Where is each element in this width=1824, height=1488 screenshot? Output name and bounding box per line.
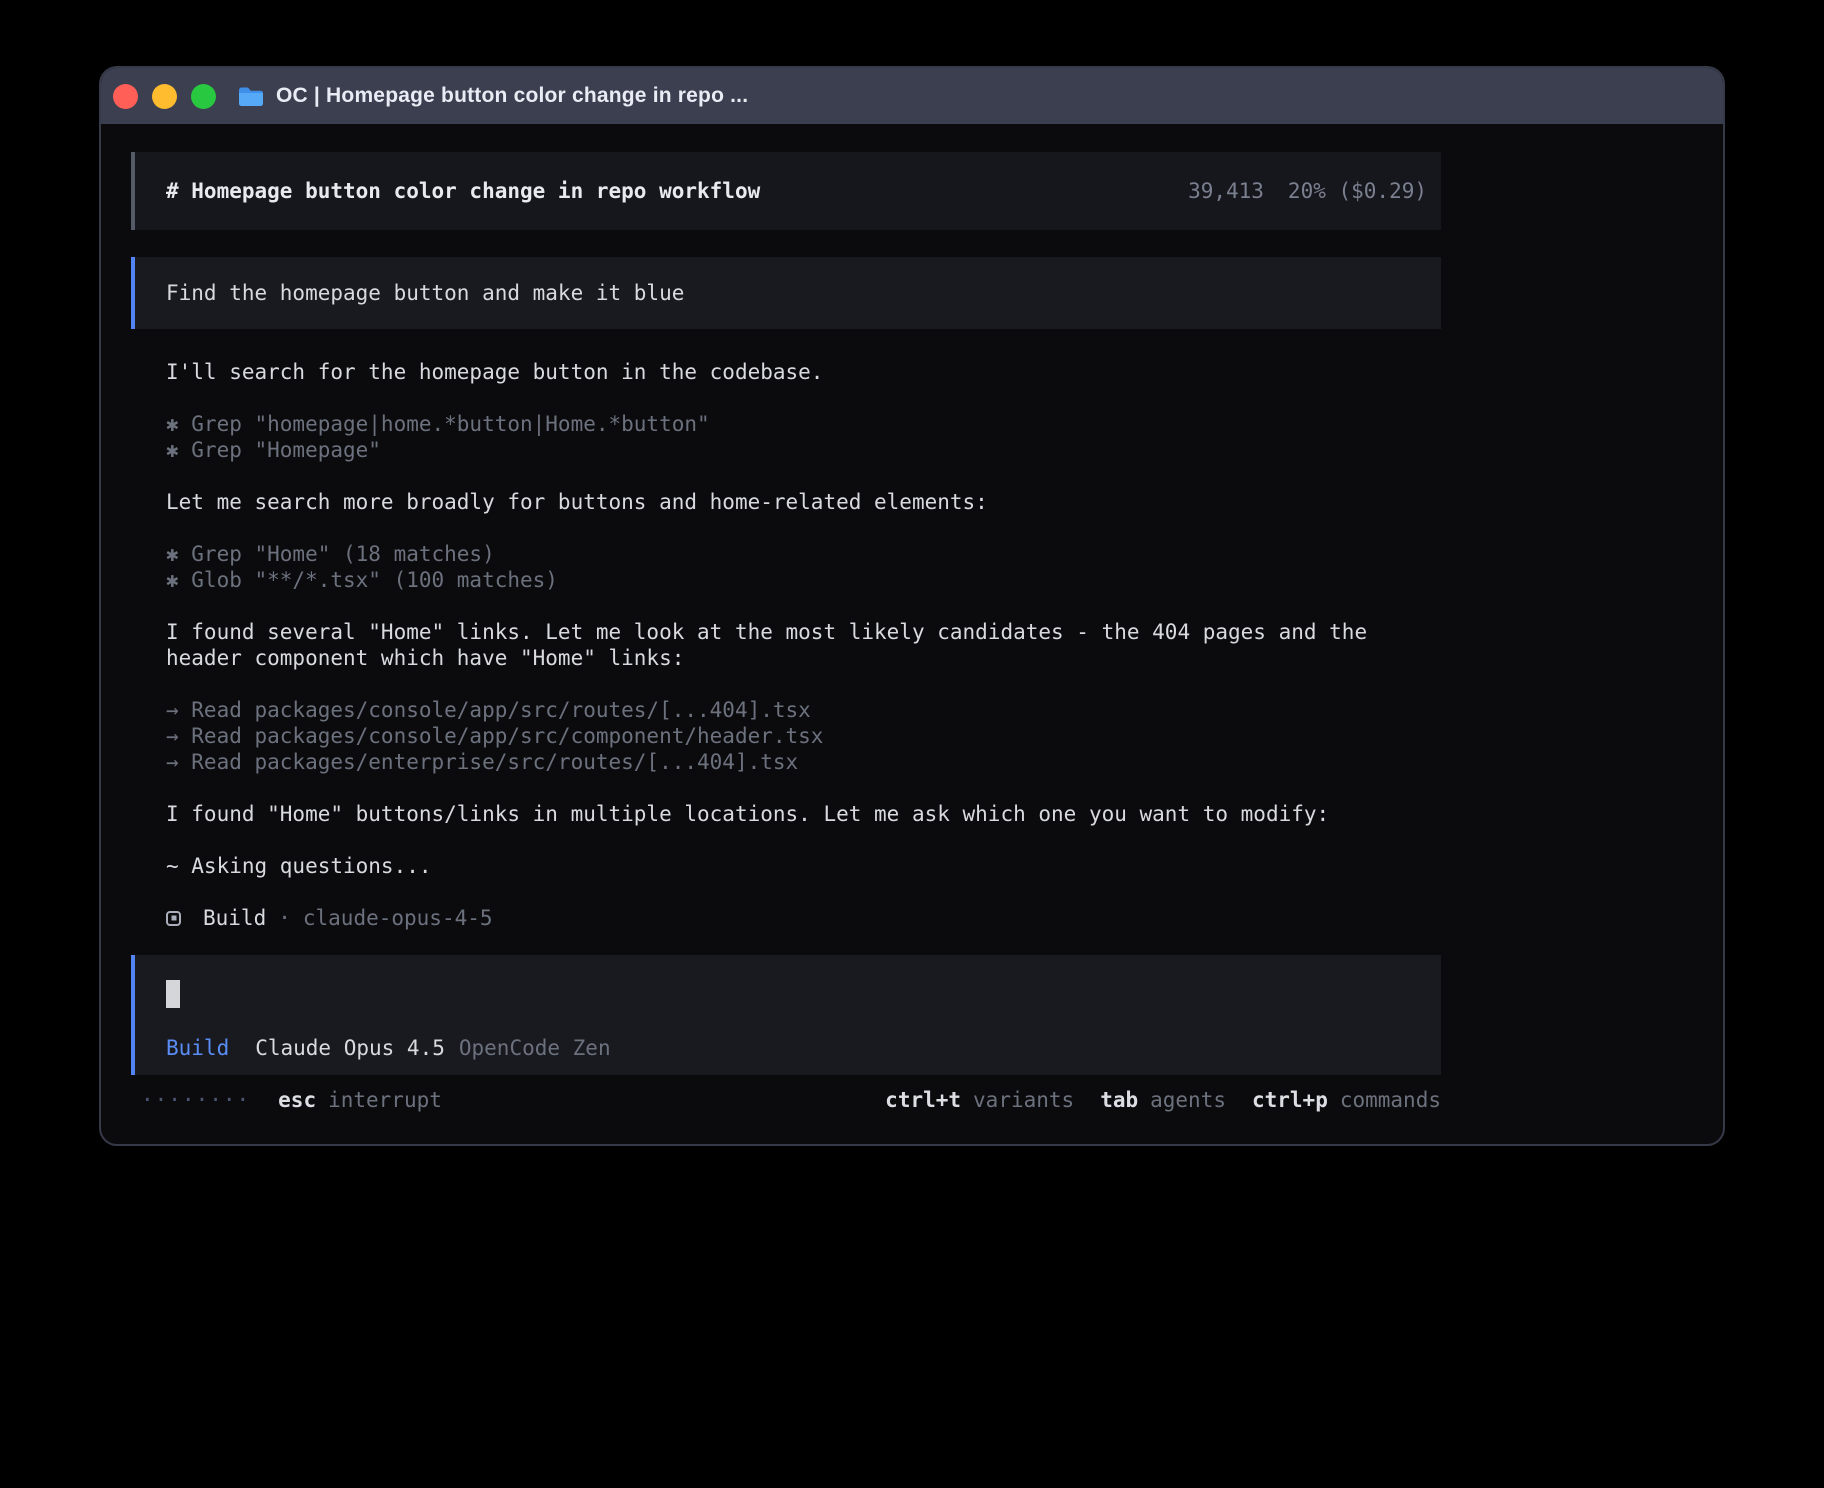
minimize-button[interactable] — [152, 84, 177, 109]
spinner-dots: ········ — [141, 1087, 250, 1113]
shortcut-key: ctrl+p — [1252, 1087, 1328, 1113]
conversation: I'll search for the homepage button in t… — [131, 359, 1441, 931]
assistant-status: ~ Asking questions... — [166, 853, 1441, 879]
assistant-text: I found several "Home" links. Let me loo… — [166, 619, 1441, 671]
asking-questions-line: ~ Asking questions... — [166, 853, 1441, 879]
assistant-line: Let me search more broadly for buttons a… — [166, 489, 1441, 515]
interrupt-label: interrupt — [328, 1087, 442, 1113]
assistant-line: I'll search for the homepage button in t… — [166, 359, 1441, 385]
assistant-line: I found "Home" buttons/links in multiple… — [166, 801, 1441, 827]
assistant-text: Let me search more broadly for buttons a… — [166, 489, 1441, 515]
status-bar: ········ esc interrupt ctrl+t variants t… — [131, 1087, 1441, 1113]
desktop: OC | Homepage button color change in rep… — [0, 0, 1824, 1488]
context-usage: 20% ($0.29) — [1288, 178, 1427, 204]
prompt-input[interactable]: Build Claude Opus 4.5 OpenCode Zen — [131, 955, 1441, 1075]
agent-icon — [166, 911, 181, 926]
terminal-window: OC | Homepage button color change in rep… — [99, 66, 1725, 1146]
token-count: 39,413 — [1188, 178, 1264, 204]
model-label: Claude Opus 4.5 — [255, 1035, 445, 1061]
shortcut-label: agents — [1150, 1087, 1226, 1113]
shortcut-key: tab — [1100, 1087, 1138, 1113]
input-meta: Build Claude Opus 4.5 OpenCode Zen — [166, 1035, 611, 1061]
agent-model: claude-opus-4-5 — [303, 905, 493, 931]
tool-call-line: ✱ Glob "**/*.tsx" (100 matches) — [166, 567, 1441, 593]
esc-key-hint: esc — [278, 1087, 316, 1113]
user-message-text: Find the homepage button and make it blu… — [166, 280, 684, 306]
shortcut-label: commands — [1340, 1087, 1441, 1113]
status-right: ctrl+t variants tab agents ctrl+p comman… — [885, 1087, 1441, 1113]
shortcut-key: ctrl+t — [885, 1087, 961, 1113]
assistant-text: I found "Home" buttons/links in multiple… — [166, 801, 1441, 827]
read-file-line: → Read packages/enterprise/src/routes/[.… — [166, 749, 1441, 775]
zoom-button[interactable] — [191, 84, 216, 109]
folder-icon — [238, 86, 264, 107]
assistant-text: I'll search for the homepage button in t… — [166, 359, 1441, 385]
tool-call-line: ✱ Grep "Homepage" — [166, 437, 1441, 463]
tool-call-group: ✱ Grep "Home" (18 matches) ✱ Glob "**/*.… — [166, 541, 1441, 593]
agent-name: Build — [203, 905, 266, 931]
separator-dot: · — [278, 905, 291, 931]
status-left: ········ esc interrupt — [141, 1087, 442, 1113]
read-file-line: → Read packages/console/app/src/componen… — [166, 723, 1441, 749]
read-file-line: → Read packages/console/app/src/routes/[… — [166, 697, 1441, 723]
shortcut-commands: ctrl+p commands — [1252, 1087, 1441, 1113]
tool-call-line: ✱ Grep "homepage|home.*button|Home.*butt… — [166, 411, 1441, 437]
agent-status-row: Build · claude-opus-4-5 — [166, 905, 1441, 931]
tool-call-group: → Read packages/console/app/src/routes/[… — [166, 697, 1441, 775]
provider-label: OpenCode Zen — [459, 1035, 611, 1061]
mode-label: Build — [166, 1035, 229, 1061]
shortcut-agents: tab agents — [1100, 1087, 1226, 1113]
session-header: # Homepage button color change in repo w… — [131, 152, 1441, 230]
shortcut-label: variants — [973, 1087, 1074, 1113]
session-title: # Homepage button color change in repo w… — [166, 178, 760, 204]
session-meta: 39,413 20% ($0.29) — [1188, 178, 1427, 204]
tool-call-group: ✱ Grep "homepage|home.*button|Home.*butt… — [166, 411, 1441, 463]
text-cursor — [166, 980, 180, 1008]
window-title: OC | Homepage button color change in rep… — [276, 84, 748, 108]
assistant-paragraph: I found several "Home" links. Let me loo… — [166, 619, 1441, 671]
tool-call-line: ✱ Grep "Home" (18 matches) — [166, 541, 1441, 567]
user-message: Find the homepage button and make it blu… — [131, 257, 1441, 329]
terminal-content[interactable]: # Homepage button color change in repo w… — [101, 124, 1723, 1113]
window-titlebar[interactable]: OC | Homepage button color change in rep… — [101, 68, 1723, 124]
close-button[interactable] — [113, 84, 138, 109]
traffic-lights — [113, 84, 216, 109]
shortcut-variants: ctrl+t variants — [885, 1087, 1074, 1113]
